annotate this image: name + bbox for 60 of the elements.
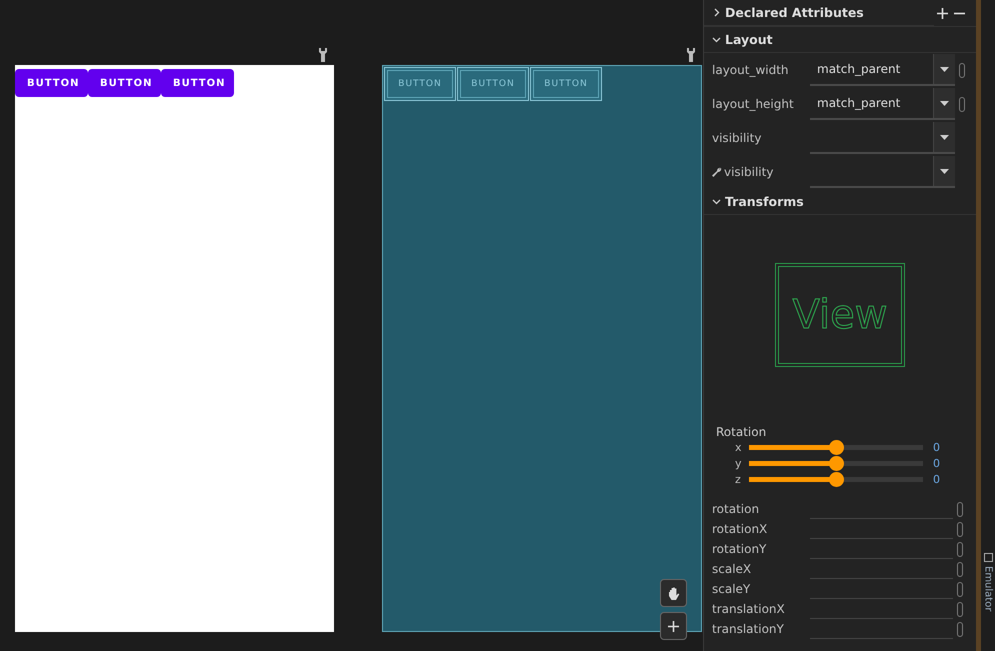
emulator-tab[interactable]: Emulator — [982, 566, 994, 611]
view-preview: View — [775, 263, 905, 367]
reference-icon[interactable] — [957, 602, 963, 616]
axis-label: y — [735, 456, 743, 470]
dropdown-button[interactable] — [933, 54, 955, 84]
attribute-label: rotationX — [712, 522, 768, 536]
caret-icon — [940, 66, 949, 72]
zoom-in-button[interactable] — [660, 612, 687, 640]
attribute-label: translationX — [712, 602, 786, 616]
attribute-label: layout_width — [712, 63, 790, 77]
pan-button[interactable] — [660, 579, 687, 607]
rotation-label: Rotation — [715, 425, 768, 439]
attribute-label: scaleY — [712, 582, 752, 596]
axis-label: z — [735, 472, 742, 486]
rotation-slider[interactable] — [749, 456, 923, 470]
attribute-value[interactable]: match_parent — [810, 54, 933, 84]
preview-button[interactable]: BUTTON — [161, 69, 234, 97]
axis-label: x — [735, 440, 743, 454]
chevron-icon — [712, 35, 721, 44]
caret-icon — [940, 134, 949, 140]
dropdown-button[interactable] — [933, 156, 955, 186]
reference-icon[interactable] — [957, 522, 963, 536]
section-header[interactable]: Layout — [704, 27, 976, 53]
rotation-slider[interactable] — [749, 440, 923, 454]
reference-icon[interactable] — [959, 96, 965, 112]
attribute-label: visibility — [712, 165, 810, 179]
reference-icon[interactable] — [957, 542, 963, 556]
attribute-label: visibility — [712, 131, 762, 145]
plus-icon — [668, 620, 679, 632]
attribute-value[interactable]: match_parent — [810, 88, 933, 118]
device-icon[interactable] — [984, 552, 992, 562]
attribute-label: scaleX — [712, 562, 752, 576]
add-icon[interactable] — [934, 8, 951, 18]
preview-button[interactable]: BUTTON — [88, 69, 161, 97]
reference-icon[interactable] — [957, 562, 963, 576]
slider-reading: 0 — [933, 440, 940, 454]
rotation-slider[interactable] — [749, 472, 923, 486]
section-header[interactable]: Transforms — [704, 189, 976, 215]
wrench-icon[interactable] — [318, 48, 328, 62]
chevron-icon — [712, 197, 721, 206]
dropdown-button[interactable] — [933, 88, 955, 118]
section-header[interactable]: Declared Attributes — [704, 0, 934, 26]
wrench-icon[interactable] — [686, 48, 696, 62]
caret-icon — [940, 168, 949, 174]
hand-icon — [666, 586, 680, 600]
chevron-icon — [712, 8, 721, 17]
slider-reading: 0 — [933, 456, 940, 470]
wrench-icon — [712, 167, 722, 177]
attribute-label: rotationY — [712, 542, 768, 556]
attribute-label: rotation — [712, 502, 760, 516]
preview-button[interactable]: BUTTON — [15, 69, 88, 97]
attribute-label: translationY — [712, 622, 785, 636]
reference-icon[interactable] — [957, 622, 963, 636]
caret-icon — [940, 100, 949, 106]
reference-icon[interactable] — [959, 62, 965, 78]
dropdown-button[interactable] — [933, 122, 955, 152]
slider-reading: 0 — [933, 472, 940, 486]
reference-icon[interactable] — [957, 582, 963, 596]
reference-icon[interactable] — [957, 502, 963, 516]
attribute-label: layout_height — [712, 97, 795, 111]
